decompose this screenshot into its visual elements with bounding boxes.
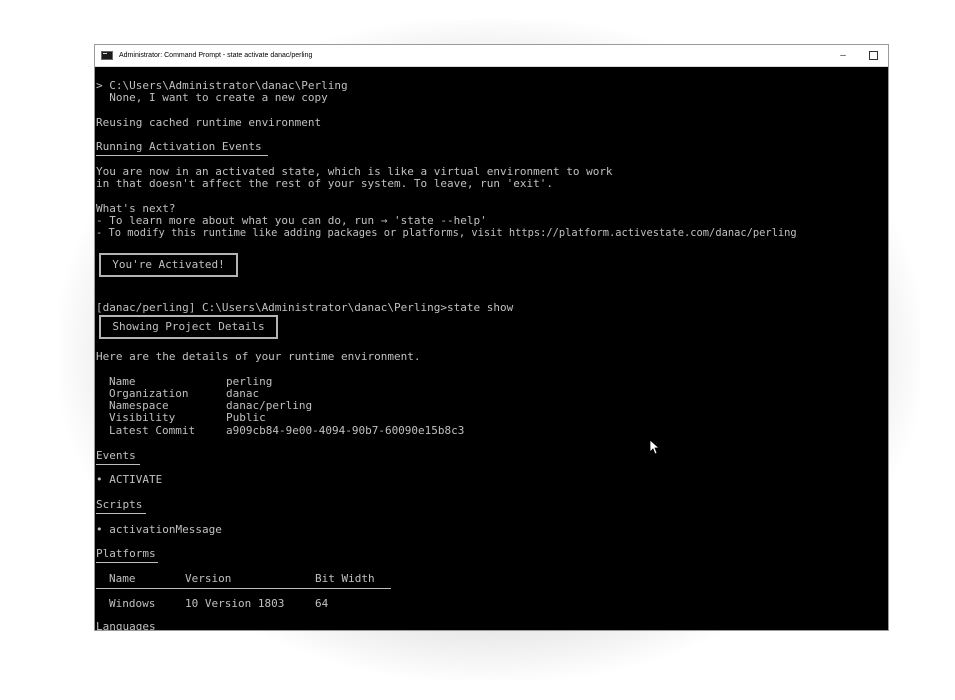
title-bar[interactable]: Administrator: Command Prompt - state ac… <box>95 45 888 67</box>
console-line: - To learn more about what you can do, r… <box>96 214 487 227</box>
heading-underline <box>96 513 146 514</box>
command-prompt-line: [danac/perling] C:\Users\Administrator\d… <box>96 301 514 314</box>
table-header-name: Name <box>109 572 136 585</box>
section-heading: Scripts <box>96 498 143 511</box>
detail-label: Latest Commit <box>109 424 196 437</box>
table-header-underline <box>96 588 391 589</box>
maximize-button[interactable] <box>858 45 888 66</box>
window-title: Administrator: Command Prompt - state ac… <box>119 52 313 59</box>
showing-details-banner: Showing Project Details <box>99 315 278 339</box>
table-cell: 64 <box>315 597 329 610</box>
detail-label: Visibility <box>109 411 176 424</box>
table-cell: Windows <box>109 597 156 610</box>
heading-underline <box>96 464 140 465</box>
activated-banner: You're Activated! <box>99 253 238 277</box>
table-header-version: Version <box>185 572 232 585</box>
table-header-bit-width: Bit Width <box>315 572 375 585</box>
list-item: • ACTIVATE <box>96 473 163 486</box>
minimize-button[interactable]: – <box>828 45 858 66</box>
section-heading: Languages <box>96 620 156 630</box>
table-cell: 10 Version 1803 <box>185 597 285 610</box>
command-prompt-window[interactable]: Administrator: Command Prompt - state ac… <box>95 45 888 630</box>
section-heading: Running Activation Events <box>96 140 262 153</box>
detail-value: a909cb84-9e00-4094-90b7-60090e15b8c3 <box>226 424 465 437</box>
heading-underline <box>96 155 268 156</box>
console-line: None, I want to create a new copy <box>96 91 328 104</box>
maximize-icon <box>868 51 878 60</box>
console-output[interactable]: > C:\Users\Administrator\danac\Perling N… <box>95 67 888 630</box>
heading-underline <box>96 562 158 563</box>
mouse-cursor-icon <box>649 439 661 455</box>
console-line: in that doesn't affect the rest of your … <box>96 177 553 190</box>
section-heading: Platforms <box>96 547 156 560</box>
console-line: - To modify this runtime like adding pac… <box>96 227 797 239</box>
detail-value: Public <box>226 411 266 424</box>
console-line: Here are the details of your runtime env… <box>96 350 421 363</box>
list-item: • activationMessage <box>96 523 222 536</box>
section-heading: Events <box>96 449 136 462</box>
console-app-icon <box>101 51 113 60</box>
console-line: Reusing cached runtime environment <box>96 116 322 129</box>
